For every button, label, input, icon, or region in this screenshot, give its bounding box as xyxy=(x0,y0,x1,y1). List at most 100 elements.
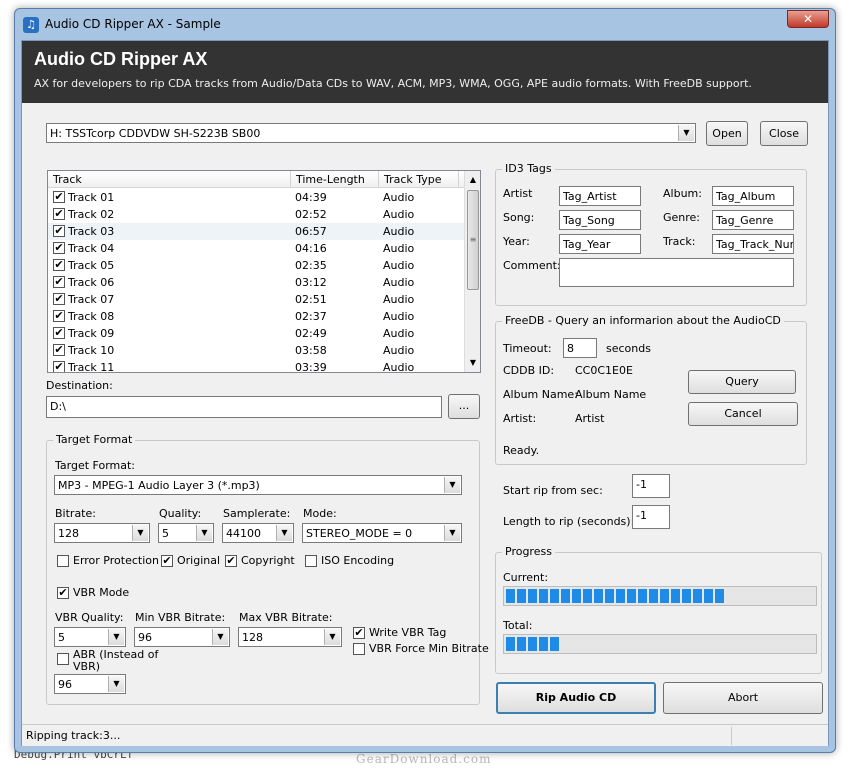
chevron-down-icon[interactable]: ▼ xyxy=(276,525,292,541)
track-checkbox[interactable]: ✔ xyxy=(53,191,65,203)
track-checkbox[interactable]: ✔ xyxy=(53,276,65,288)
error-protection-checkbox[interactable] xyxy=(57,555,69,567)
track-type: Audio xyxy=(383,208,415,221)
music-note-icon: ♫ xyxy=(23,17,39,33)
bitrate-select[interactable]: 128 ▼ xyxy=(54,523,150,543)
track-row[interactable]: ✔ Track 06 03:12 Audio xyxy=(48,274,464,291)
track-time: 04:39 xyxy=(295,191,327,204)
write-vbr-tag-checkbox[interactable]: ✔ xyxy=(353,627,365,639)
iso-encoding-label: ISO Encoding xyxy=(321,554,395,567)
column-header-type[interactable]: Track Type xyxy=(379,171,459,188)
track-checkbox[interactable]: ✔ xyxy=(53,327,65,339)
title-bar[interactable]: ♫ Audio CD Ripper AX - Sample ✕ xyxy=(15,9,835,39)
length-rip-input[interactable]: -1 xyxy=(632,505,670,529)
samplerate-select[interactable]: 44100 ▼ xyxy=(222,523,294,543)
scroll-down-icon[interactable]: ▼ xyxy=(465,355,480,371)
id3-genre-input[interactable]: Tag_Genre xyxy=(712,210,794,230)
id3-comment-input[interactable] xyxy=(559,258,794,287)
track-type: Audio xyxy=(383,259,415,272)
status-separator xyxy=(731,727,732,745)
timeout-input[interactable]: 8 xyxy=(563,338,597,358)
mode-value: STEREO_MODE = 0 xyxy=(306,527,413,540)
chevron-down-icon[interactable]: ▼ xyxy=(132,525,148,541)
app-window: ♫ Audio CD Ripper AX - Sample ✕ Audio CD… xyxy=(14,8,836,753)
max-vbr-select[interactable]: 128 ▼ xyxy=(238,627,342,647)
track-row[interactable]: ✔ Track 07 02:51 Audio xyxy=(48,291,464,308)
app-header: Audio CD Ripper AX AX for developers to … xyxy=(22,41,828,103)
chevron-down-icon[interactable]: ▼ xyxy=(196,525,212,541)
min-vbr-label: Min VBR Bitrate: xyxy=(135,611,226,624)
close-drive-button[interactable]: Close xyxy=(760,121,808,146)
column-header-time[interactable]: Time-Length xyxy=(291,171,379,188)
id3-album-input[interactable]: Tag_Album xyxy=(712,186,794,206)
track-checkbox[interactable]: ✔ xyxy=(53,361,65,372)
vbr-quality-select[interactable]: 5 ▼ xyxy=(54,627,126,647)
start-rip-input[interactable]: -1 xyxy=(632,474,670,498)
track-checkbox[interactable]: ✔ xyxy=(53,259,65,271)
abr-checkbox[interactable] xyxy=(57,653,69,665)
track-row[interactable]: ✔ Track 10 03:58 Audio xyxy=(48,342,464,359)
track-row[interactable]: ✔ Track 03 06:57 Audio xyxy=(48,223,464,240)
id3-artist-input[interactable]: Tag_Artist xyxy=(559,186,641,206)
destination-input[interactable]: D:\ xyxy=(46,396,442,418)
track-row[interactable]: ✔ Track 04 04:16 Audio xyxy=(48,240,464,257)
copyright-checkbox[interactable]: ✔ xyxy=(225,555,237,567)
length-rip-label: Length to rip (seconds): xyxy=(503,515,635,528)
iso-encoding-checkbox[interactable] xyxy=(305,555,317,567)
rip-audio-cd-button[interactable]: Rip Audio CD xyxy=(496,682,656,714)
track-checkbox[interactable]: ✔ xyxy=(53,293,65,305)
id3-track-input[interactable]: Tag_Track_Num xyxy=(712,234,794,254)
target-format-select[interactable]: MP3 - MPEG-1 Audio Layer 3 (*.mp3) ▼ xyxy=(54,475,462,495)
drive-select[interactable]: H: TSSTcorp CDDVDW SH-S223B SB00 ▼ xyxy=(46,123,696,143)
chevron-down-icon[interactable]: ▼ xyxy=(678,125,694,141)
min-vbr-select[interactable]: 96 ▼ xyxy=(134,627,230,647)
abort-button[interactable]: Abort xyxy=(663,682,823,714)
abr-bitrate-select[interactable]: 96 ▼ xyxy=(54,674,126,694)
id3-year-input[interactable]: Tag_Year xyxy=(559,234,641,254)
track-checkbox[interactable]: ✔ xyxy=(53,225,65,237)
track-type: Audio xyxy=(383,242,415,255)
track-row[interactable]: ✔ Track 09 02:49 Audio xyxy=(48,325,464,342)
query-button[interactable]: Query xyxy=(688,370,796,394)
id3-song-input[interactable]: Tag_Song xyxy=(559,210,641,230)
scroll-thumb[interactable]: ≡ xyxy=(467,190,479,290)
copyright-label: Copyright xyxy=(241,554,295,567)
track-row[interactable]: ✔ Track 11 03:39 Audio xyxy=(48,359,464,372)
track-checkbox[interactable]: ✔ xyxy=(53,208,65,220)
track-name: Track 10 xyxy=(68,344,115,357)
chevron-down-icon[interactable]: ▼ xyxy=(444,525,460,541)
open-button[interactable]: Open xyxy=(706,121,748,146)
chevron-down-icon[interactable]: ▼ xyxy=(324,629,340,645)
quality-select[interactable]: 5 ▼ xyxy=(158,523,214,543)
window-close-button[interactable]: ✕ xyxy=(787,10,829,28)
min-vbr-value: 96 xyxy=(138,631,152,644)
track-list-scrollbar[interactable]: ▲ ≡ ▼ xyxy=(464,171,480,372)
target-format-value: MP3 - MPEG-1 Audio Layer 3 (*.mp3) xyxy=(58,479,260,492)
track-checkbox[interactable]: ✔ xyxy=(53,310,65,322)
browse-button[interactable]: ... xyxy=(448,394,480,419)
track-row[interactable]: ✔ Track 02 02:52 Audio xyxy=(48,206,464,223)
chevron-down-icon[interactable]: ▼ xyxy=(212,629,228,645)
chevron-down-icon[interactable]: ▼ xyxy=(108,629,124,645)
track-checkbox[interactable]: ✔ xyxy=(53,242,65,254)
chevron-down-icon[interactable]: ▼ xyxy=(108,676,124,692)
id3-comment-label: Comment: xyxy=(503,259,561,272)
chevron-down-icon[interactable]: ▼ xyxy=(444,477,460,493)
track-checkbox[interactable]: ✔ xyxy=(53,344,65,356)
track-row[interactable]: ✔ Track 08 02:37 Audio xyxy=(48,308,464,325)
freedb-status: Ready. xyxy=(503,444,540,457)
vbr-force-min-checkbox[interactable] xyxy=(353,643,365,655)
column-header-track[interactable]: Track xyxy=(48,171,291,188)
scroll-up-icon[interactable]: ▲ xyxy=(465,172,480,188)
mode-select[interactable]: STEREO_MODE = 0 ▼ xyxy=(302,523,462,543)
vbr-mode-checkbox[interactable]: ✔ xyxy=(57,587,69,599)
track-list[interactable]: Track Time-Length Track Type ✔ Track 01 04… xyxy=(47,170,481,373)
track-row[interactable]: ✔ Track 05 02:35 Audio xyxy=(48,257,464,274)
album-name-label: Album Name: xyxy=(503,388,578,401)
track-name: Track 04 xyxy=(68,242,115,255)
cancel-button[interactable]: Cancel xyxy=(688,402,798,426)
samplerate-value: 44100 xyxy=(226,527,261,540)
original-checkbox[interactable]: ✔ xyxy=(161,555,173,567)
total-progress-label: Total: xyxy=(503,619,533,632)
track-row[interactable]: ✔ Track 01 04:39 Audio xyxy=(48,189,464,206)
